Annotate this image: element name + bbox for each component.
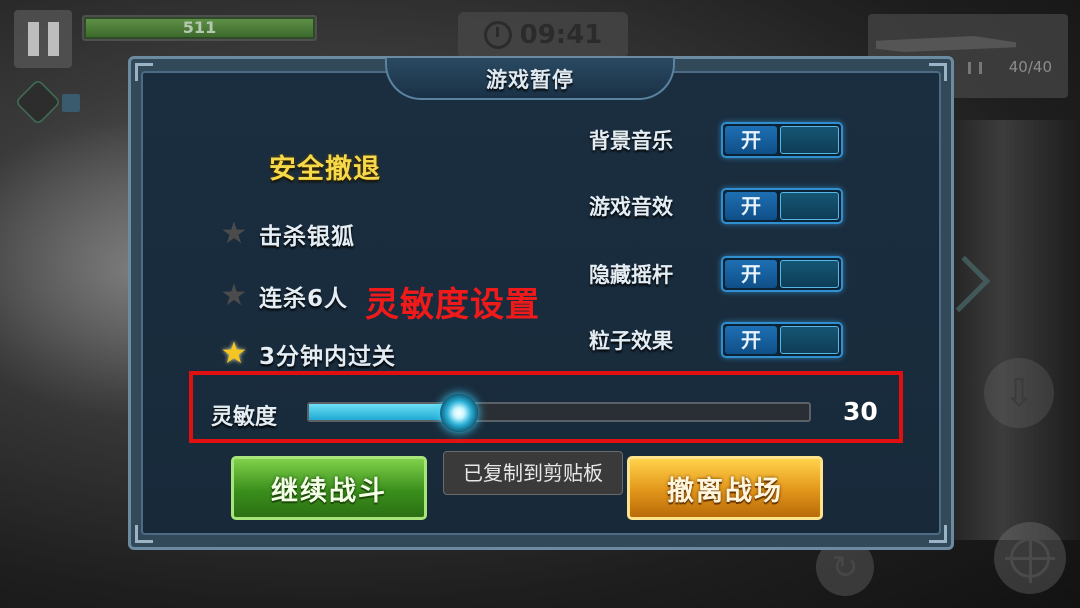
- retreat-button[interactable]: 撤离战场: [627, 456, 823, 520]
- setting-sound-effects: 游戏音效 开: [589, 187, 843, 225]
- pause-icon[interactable]: [14, 10, 72, 68]
- player-avatar: [14, 78, 62, 126]
- match-timer: 09:41: [458, 12, 628, 58]
- mission-task: ★ 连杀6人: [219, 279, 348, 313]
- star-icon: ★: [220, 278, 248, 313]
- toggle-state: 开: [725, 126, 777, 154]
- mission-task: ★ 击杀银狐: [219, 217, 355, 251]
- sensitivity-setting: 灵敏度 30: [197, 393, 897, 433]
- mission-title: 安全撤退: [269, 154, 381, 185]
- health-bar: 511: [82, 15, 317, 41]
- toggle-knob: [780, 192, 839, 220]
- toggle-knob: [780, 326, 839, 354]
- toggle-state: 开: [725, 326, 777, 354]
- task-label: 击杀银狐: [259, 224, 355, 250]
- rifle-icon: [876, 36, 1016, 52]
- task-label: 连杀6人: [259, 286, 349, 312]
- continue-battle-button[interactable]: 继续战斗: [231, 456, 427, 520]
- setting-label: 游戏音效: [589, 195, 673, 219]
- dialog-title-tab: 游戏暂停: [385, 58, 675, 100]
- background-music-toggle[interactable]: 开: [721, 122, 843, 158]
- timer-text: 09:41: [519, 20, 603, 50]
- mission-task: ★ 3分钟内过关: [219, 337, 396, 371]
- particle-effects-toggle[interactable]: 开: [721, 322, 843, 358]
- setting-label: 背景音乐: [589, 129, 673, 153]
- pause-dialog: 游戏暂停 安全撤退 ★ 击杀银狐 ★ 连杀6人 ★ 3分钟内过关 背景音乐 开 …: [128, 56, 954, 550]
- sensitivity-fill: [309, 404, 459, 420]
- ammo-icon: [968, 62, 982, 74]
- star-icon: ★: [220, 216, 248, 251]
- setting-background-music: 背景音乐 开: [589, 121, 843, 159]
- rank-icon: [62, 94, 80, 112]
- toggle-knob: [780, 126, 839, 154]
- setting-hide-joystick: 隐藏摇杆 开: [589, 255, 843, 293]
- setting-label: 隐藏摇杆: [589, 263, 673, 287]
- hide-joystick-toggle[interactable]: 开: [721, 256, 843, 292]
- toggle-state: 开: [725, 260, 777, 288]
- ammo-count: 40/40: [1008, 58, 1052, 76]
- setting-particle-effects: 粒子效果 开: [589, 321, 843, 359]
- toggle-state: 开: [725, 192, 777, 220]
- crouch-icon[interactable]: ⇩: [984, 358, 1054, 428]
- toggle-knob: [780, 260, 839, 288]
- sound-effects-toggle[interactable]: 开: [721, 188, 843, 224]
- sensitivity-label: 灵敏度: [211, 405, 278, 430]
- crosshair-icon[interactable]: [994, 522, 1066, 594]
- clipboard-toast: 已复制到剪贴板: [443, 451, 623, 495]
- sensitivity-slider[interactable]: [307, 394, 811, 432]
- task-label: 3分钟内过关: [259, 344, 397, 370]
- dialog-title: 游戏暂停: [486, 68, 574, 92]
- setting-label: 粒子效果: [589, 329, 673, 353]
- annotation-label: 灵敏度设置: [365, 285, 540, 325]
- star-filled-icon: ★: [220, 336, 248, 371]
- clock-icon: [483, 21, 512, 49]
- health-value: 511: [182, 18, 217, 37]
- background-pillar: [950, 120, 1080, 540]
- sensitivity-value: 30: [843, 397, 878, 426]
- slider-thumb[interactable]: [440, 394, 478, 432]
